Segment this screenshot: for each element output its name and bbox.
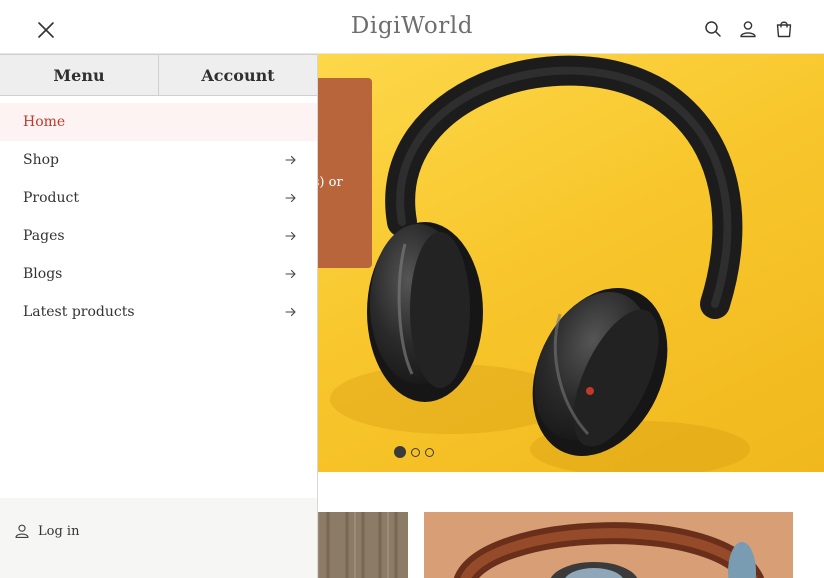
nav-item-label: Latest products — [23, 304, 135, 320]
slide-dot-3[interactable] — [425, 447, 434, 457]
nav-item-label: Product — [23, 190, 79, 206]
page: DigiWorld e(s) or Menu Account Home Shop… — [0, 0, 824, 578]
site-header: DigiWorld — [0, 0, 824, 54]
menu-drawer: Menu Account Home Shop Product Pages Blo… — [0, 54, 318, 578]
arrow-right-icon — [285, 155, 296, 165]
search-icon — [705, 21, 721, 37]
search-button[interactable] — [703, 19, 723, 39]
nav-item-product[interactable]: Product — [0, 179, 317, 217]
nav-item-blogs[interactable]: Blogs — [0, 255, 317, 293]
headphones-product-image — [424, 512, 793, 578]
site-logo[interactable]: DigiWorld — [0, 13, 824, 39]
arrow-right-icon — [285, 193, 296, 203]
account-button[interactable] — [738, 19, 758, 39]
tab-account[interactable]: Account — [158, 55, 317, 95]
arrow-right-icon — [285, 231, 296, 241]
drawer-nav-list: Home Shop Product Pages Blogs Latest pro… — [0, 103, 317, 331]
login-link[interactable]: Log in — [14, 523, 79, 539]
nav-item-label: Home — [23, 114, 66, 130]
user-icon — [15, 524, 29, 538]
slide-dot-2[interactable] — [411, 447, 420, 457]
nav-item-shop[interactable]: Shop — [0, 141, 317, 179]
cart-icon — [776, 21, 792, 38]
nav-item-pages[interactable]: Pages — [0, 217, 317, 255]
tab-menu[interactable]: Menu — [0, 55, 158, 95]
product-card-image[interactable] — [424, 512, 793, 578]
drawer-footer: Log in — [0, 498, 317, 578]
arrow-right-icon — [285, 269, 296, 279]
nav-item-label: Pages — [23, 228, 65, 244]
user-icon — [740, 21, 756, 38]
arrow-right-icon — [285, 307, 296, 317]
nav-item-latest-products[interactable]: Latest products — [0, 293, 317, 331]
nav-item-label: Shop — [23, 152, 59, 168]
nav-item-label: Blogs — [23, 266, 63, 282]
drawer-tabs: Menu Account — [0, 54, 317, 96]
cart-button[interactable] — [774, 19, 794, 39]
login-label: Log in — [38, 523, 80, 539]
slideshow-dots — [394, 446, 434, 458]
slide-dot-1[interactable] — [394, 446, 406, 458]
nav-item-home[interactable]: Home — [0, 103, 317, 141]
